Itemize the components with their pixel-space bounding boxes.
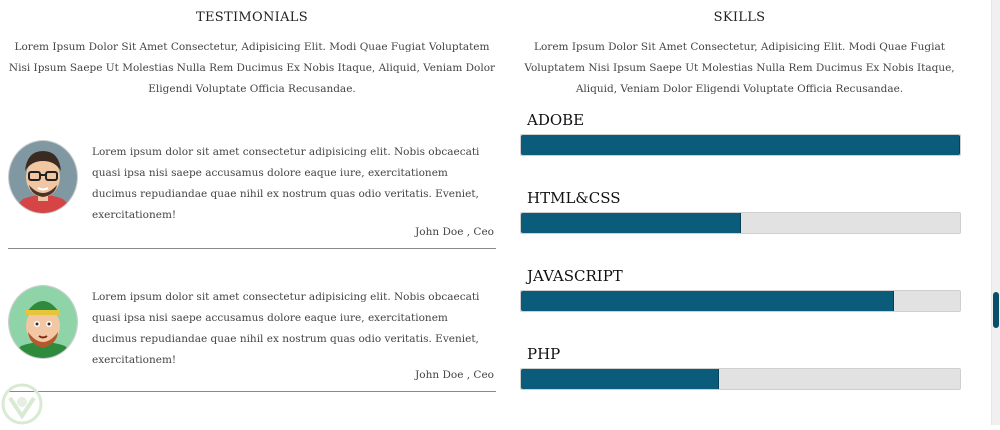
logo-watermark-icon bbox=[0, 382, 44, 426]
skill-label: JAVASCRIPT bbox=[527, 267, 623, 285]
man-glasses-avatar-icon bbox=[8, 140, 78, 214]
man-hat-avatar-icon bbox=[8, 285, 78, 359]
testimonial-author: John Doe , Ceo bbox=[415, 369, 494, 381]
skills-title: SKILLS bbox=[713, 10, 766, 25]
testimonials-intro: Lorem Ipsum Dolor Sit Amet Consectetur, … bbox=[8, 41, 496, 95]
testimonial-text: Lorem ipsum dolor sit amet consectetur a… bbox=[92, 291, 480, 366]
skill-progress-bar bbox=[520, 368, 961, 390]
skill-progress-fill bbox=[521, 291, 895, 311]
skill-progress-fill bbox=[521, 213, 741, 233]
skill-progress-bar bbox=[520, 290, 961, 312]
testimonial-card: Lorem ipsum dolor sit amet consectetur a… bbox=[8, 138, 496, 249]
page-scrollbar[interactable] bbox=[991, 0, 1000, 425]
skill-progress-bar bbox=[520, 134, 961, 156]
testimonials-title: TESTIMONIALS bbox=[196, 10, 308, 25]
skill-progress-fill bbox=[521, 135, 960, 155]
skill-label: PHP bbox=[527, 345, 561, 363]
skill-item-html-css: HTML&CSS bbox=[520, 186, 961, 234]
skill-progress-bar bbox=[520, 212, 961, 234]
testimonial-text: Lorem ipsum dolor sit amet consectetur a… bbox=[92, 146, 480, 221]
skills-intro: Lorem Ipsum Dolor Sit Amet Consectetur, … bbox=[524, 41, 955, 95]
scrollbar-thumb[interactable] bbox=[993, 292, 999, 328]
skill-progress-fill bbox=[521, 369, 719, 389]
skill-item-php: PHP bbox=[520, 342, 961, 390]
testimonial-card: Lorem ipsum dolor sit amet consectetur a… bbox=[8, 283, 496, 392]
testimonial-author: John Doe , Ceo bbox=[415, 226, 494, 238]
skill-label: HTML&CSS bbox=[527, 189, 621, 207]
skill-label: ADOBE bbox=[527, 111, 585, 129]
skill-item-adobe: ADOBE bbox=[520, 108, 961, 156]
skill-item-javascript: JAVASCRIPT bbox=[520, 264, 961, 312]
